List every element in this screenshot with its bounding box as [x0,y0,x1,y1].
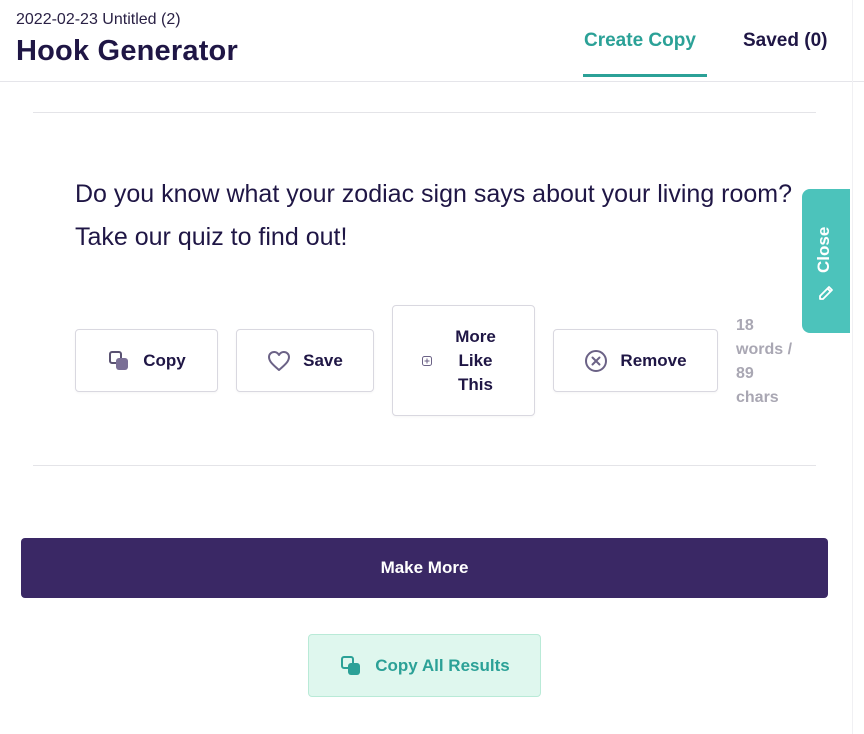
more-like-this-label: More Like This [455,326,496,394]
copy-button[interactable]: Copy [75,329,218,392]
document-meta: 2022-02-23 Untitled (2) [16,11,181,28]
x-circle-icon [584,349,608,373]
remove-button-label: Remove [620,350,687,370]
copy-all-results-button[interactable]: Copy All Results [308,634,541,697]
heart-icon [267,350,291,372]
close-label: Close [814,226,833,273]
page: 2022-02-23 Untitled (2) Hook Generator C… [0,0,864,734]
close-panel-tab[interactable]: Close [802,189,850,333]
make-more-button[interactable]: Make More [21,538,828,598]
more-like-this-button[interactable]: More Like This [392,305,535,416]
pencil-icon [817,283,835,306]
copy-icon [107,349,131,373]
remove-button[interactable]: Remove [553,329,718,392]
panel-edge [852,0,853,734]
header: 2022-02-23 Untitled (2) Hook Generator C… [0,0,864,82]
tab-saved[interactable]: Saved (0) [743,30,827,52]
copy-button-label: Copy [143,350,186,370]
active-tab-indicator [583,74,707,77]
generated-hook-text: Do you know what your zodiac sign says a… [75,180,793,251]
save-button[interactable]: Save [236,329,374,392]
tab-create-copy[interactable]: Create Copy [584,30,696,52]
divider-top [33,112,816,113]
copy-all-results-label: Copy All Results [375,655,510,675]
save-button-label: Save [303,350,343,370]
copy-icon [339,654,363,678]
divider-bottom [33,465,816,466]
page-title: Hook Generator [16,35,238,67]
plus-square-icon [421,355,432,366]
word-char-count: 18 words / 89 chars [736,317,793,406]
